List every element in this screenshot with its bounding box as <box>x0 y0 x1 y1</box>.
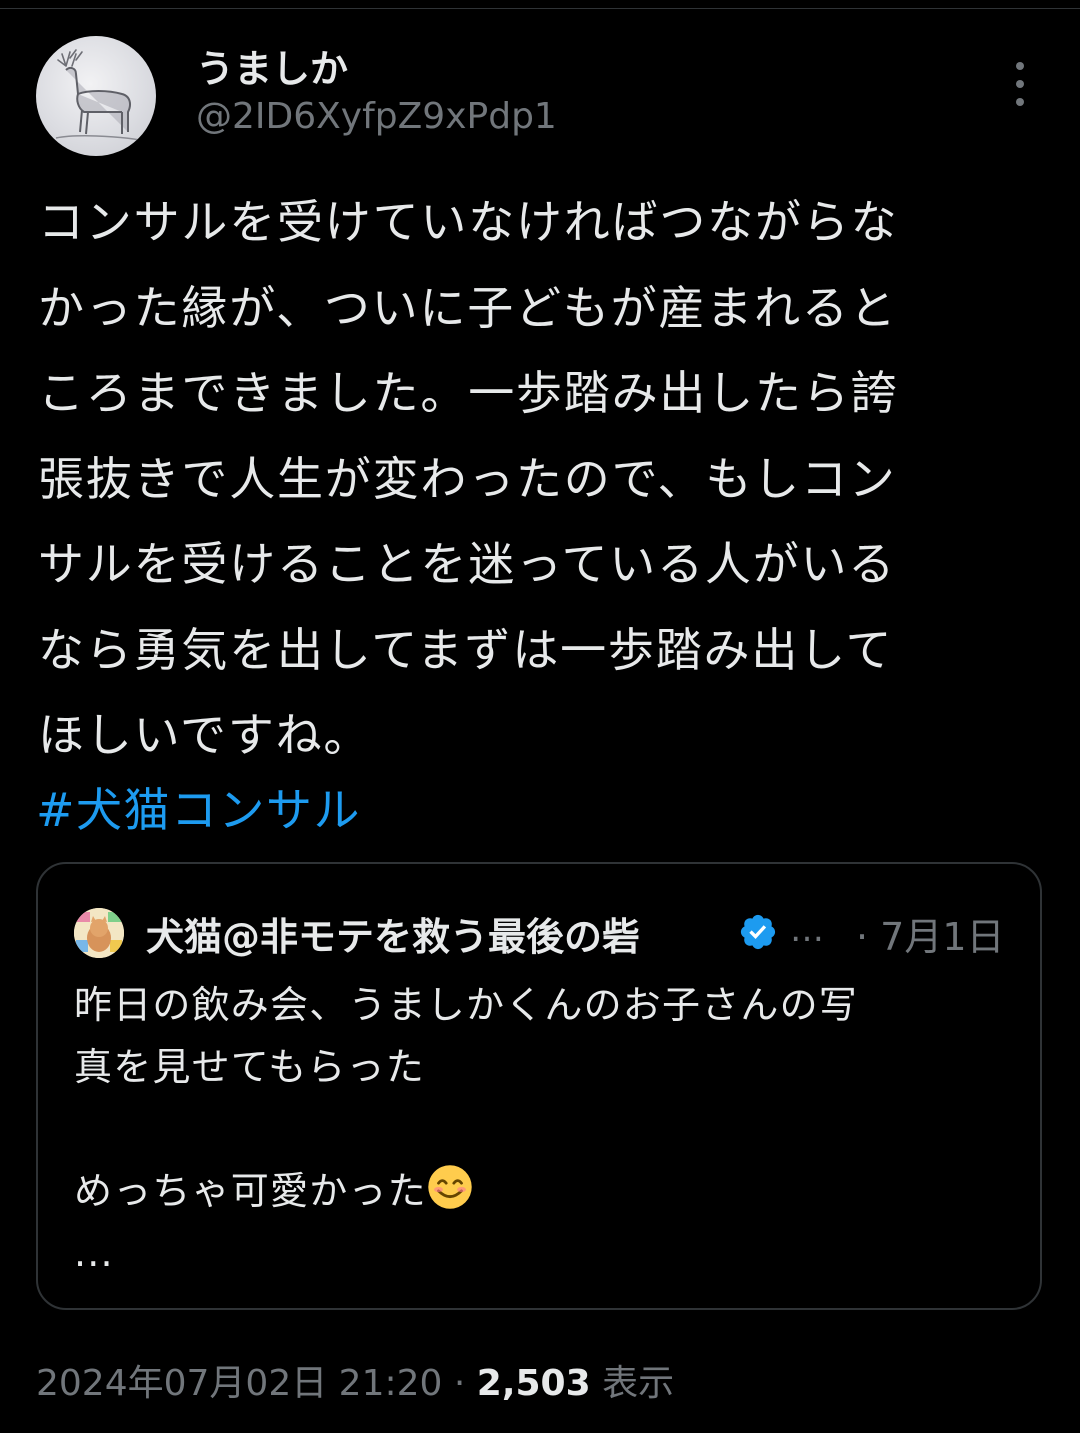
views-count: 2,503 <box>476 1363 591 1404</box>
tweet-timestamp[interactable]: 2024年07月02日 21:20 <box>36 1363 442 1404</box>
quote-text-line: 昨日の飲み会、うましかくんのお子さんの写 <box>74 983 859 1027</box>
quoted-tweet-card[interactable]: 犬猫@非モテを救う最後の砦 … · 7月1日 昨日の飲み会、うましかくんのお子さ… <box>36 862 1042 1310</box>
top-divider <box>0 0 1080 9</box>
tweet-text-line: サルを受けることを迷っている人がいる <box>38 537 897 591</box>
quote-text-line: めっちゃ可愛かった <box>74 1169 427 1213</box>
quote-text-line-with-emoji: めっちゃ可愛かった <box>74 1160 1014 1222</box>
author-handle[interactable]: @2ID6XyfpZ9xPdp1 <box>196 96 557 137</box>
tweet-text-line: ほしいですね。 <box>38 708 372 762</box>
quote-date[interactable]: · 7月1日 <box>856 906 1005 961</box>
quote-text-more: ... <box>74 1231 114 1275</box>
quote-text-line: 真を見せてもらった <box>74 1045 425 1089</box>
quote-name-truncation: … <box>790 910 824 950</box>
views-label: 表示 <box>590 1363 675 1404</box>
tweet-header: うましか @2ID6XyfpZ9xPdp1 <box>36 32 1044 162</box>
tweet-text-line: 張抜きで人生が変わったので、もしコン <box>38 451 897 506</box>
author-display-name[interactable]: うましか <box>196 38 348 93</box>
quote-text-blank-line: ​ <box>74 1098 1014 1160</box>
more-dot <box>1016 98 1024 106</box>
cat-avatar-illustration <box>74 908 124 958</box>
meta-separator: · <box>442 1363 477 1404</box>
tweet-text-line: ころまできました。一歩踏み出したら誇 <box>38 366 899 420</box>
more-dot <box>1016 80 1024 88</box>
more-vertical-icon[interactable] <box>1002 58 1038 134</box>
tweet-text: コンサルを受けていなければつながらな かった縁が、ついに子どもが産まれると ころまで… <box>38 180 1038 779</box>
tweet-text-line: なら勇気を出してまずは一歩踏み出して <box>38 622 894 677</box>
tweet-text-line: かった縁が、ついに子どもが産まれると <box>38 280 898 335</box>
quote-text: 昨日の飲み会、うましかくんのお子さんの写真を見せてもらった ​ めっちゃ可愛かった.… <box>74 974 1014 1284</box>
hashtag-link[interactable]: #犬猫コンサル <box>36 770 361 850</box>
quote-author-avatar[interactable] <box>74 908 124 958</box>
tweet-meta: 2024年07月02日 21:20 · 2,503 表示 <box>36 1354 674 1406</box>
quote-author-name[interactable]: 犬猫@非モテを救う最後の砦 <box>146 906 640 961</box>
author-avatar[interactable] <box>36 36 156 156</box>
tweet-text-line: コンサルを受けていなければつながらな <box>38 195 899 249</box>
more-dot <box>1016 62 1024 70</box>
deer-illustration <box>55 49 141 141</box>
verified-badge-icon <box>740 914 776 950</box>
smiling-face-emoji <box>428 1165 472 1209</box>
